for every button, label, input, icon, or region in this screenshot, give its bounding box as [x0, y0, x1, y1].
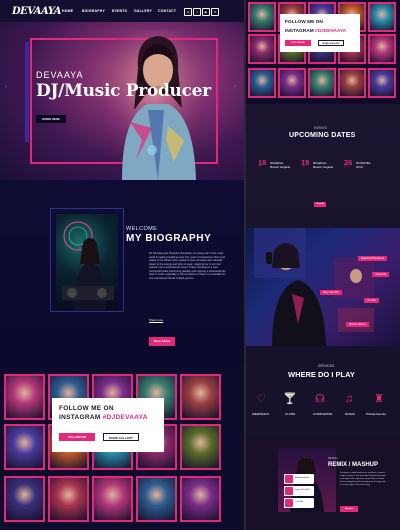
service-weddings: WEDDINGS [252, 412, 270, 416]
instagram-word: INSTAGRAM [59, 414, 101, 421]
instagram-photo-tile[interactable] [48, 476, 89, 522]
service-corporate: CORPORATE [313, 412, 333, 416]
instagram-strip-tile[interactable] [338, 68, 366, 98]
mix-label-3[interactable]: Live Mix [364, 298, 379, 303]
remix-track-title: Deep Tech Mix [295, 489, 310, 491]
show-more-link[interactable]: Show more [149, 318, 163, 322]
instagram-strip-tile[interactable] [368, 68, 396, 98]
mix-label-2[interactable]: Deep Tech Mix [320, 290, 342, 295]
remix-track-card[interactable]: Deep Tech Mix [284, 486, 314, 496]
hero-prev-arrow[interactable]: ‹ [5, 84, 7, 90]
follow-me-button[interactable]: FOLLOW ME [59, 433, 95, 441]
hero-accent-bar [25, 42, 29, 142]
remix-track-thumb [285, 499, 293, 507]
remix-paragraph: Devaaya, a dedicated music producer, cre… [340, 472, 387, 486]
facebook-icon[interactable]: f [193, 8, 201, 16]
mix-label-1[interactable]: Bollywood Hits Remix [358, 256, 388, 261]
instagram-strip-tile[interactable] [248, 34, 276, 64]
youtube-icon[interactable]: ▶ [202, 8, 210, 16]
instagram-photo-tile[interactable] [180, 374, 221, 420]
strip-gallery-button[interactable]: MORE GALLERY [318, 40, 344, 46]
events-heading: UPCOMING DATES [289, 132, 356, 139]
instagram-photo-tile[interactable] [180, 476, 221, 522]
nav-link-home[interactable]: HOME [62, 9, 73, 13]
hero-next-arrow[interactable]: › [234, 84, 236, 90]
instagram-strip-word: INSTAGRAM [285, 29, 314, 34]
instagram-strip-tile[interactable] [278, 68, 306, 98]
email-icon[interactable]: ✉ [211, 8, 219, 16]
instagram-strip-title: FOLLOW ME ON [285, 20, 323, 25]
music-icon: ♫ [344, 393, 354, 405]
services-label: SERVICES [318, 364, 335, 368]
more-gallery-button[interactable]: MORE GALLERY [103, 433, 139, 441]
instagram-strip-tile[interactable] [308, 68, 336, 98]
remix-heading: REMIX / MASHUP [328, 462, 379, 468]
remix-track-title: Bollywood Hits [295, 477, 310, 479]
event-1-city: Resort Gujarat [270, 165, 291, 169]
events-label: EVENTS [314, 126, 327, 130]
nav-link-contact[interactable]: CONTACT [158, 9, 176, 13]
instagram-strip-tile[interactable] [248, 68, 276, 98]
services-section [246, 346, 400, 436]
instagram-photo-tile[interactable] [4, 424, 45, 470]
bio-welcome-label: WELCOME [126, 226, 158, 232]
cocktail-icon: 🍸 [283, 393, 297, 405]
event-3-month: OCT [344, 166, 349, 168]
remix-track-card[interactable]: Bollywood Hits [284, 474, 314, 484]
instagram-photo-tile[interactable] [92, 476, 133, 522]
remix-label: MUSIC [328, 456, 338, 460]
instagram-photo-tile[interactable] [4, 374, 45, 420]
instagram-photo-tile[interactable] [180, 424, 221, 470]
bio-heading: MY BIOGRAPHY [126, 233, 212, 244]
remix-track-thumb [285, 487, 293, 495]
event-1-month: OCT [258, 166, 263, 168]
instagram-strip-tile[interactable] [248, 2, 276, 32]
book-now-button[interactable]: BOOK NOW [36, 115, 66, 123]
instagram-strip-subtitle: INSTAGRAM #DJDEVAAYA [285, 29, 346, 34]
dj-portrait-image [108, 30, 200, 180]
event-2-city: Resort Gujarat [313, 165, 334, 169]
bio-paragraph: DJ Devaaya aka Priyanka Chandrani, is a … [149, 252, 226, 280]
heart-icon: ♡ [256, 393, 266, 405]
remix-track-thumb [285, 475, 293, 483]
remix-explore-button[interactable]: Explore [340, 506, 358, 512]
mix-label-5[interactable]: House Mix [372, 272, 390, 277]
event-2-month: OCT [301, 166, 306, 168]
more-about-button[interactable]: More About [149, 337, 175, 346]
event-3-city: GOA [356, 165, 363, 169]
corporate-icon: ☊ [315, 393, 325, 405]
instagram-photo-tile[interactable] [4, 476, 45, 522]
bio-photo [56, 214, 118, 310]
remix-track-title: Live Mix [295, 501, 304, 503]
instagram-strip-tile[interactable] [368, 34, 396, 64]
service-clubs: CLUBS [285, 412, 296, 416]
instagram-strip-handle[interactable]: #DJDEVAAYA [315, 29, 346, 34]
services-heading: WHERE DO I PLAY [288, 370, 355, 379]
view-all-events-button[interactable]: View All [314, 202, 326, 207]
nav-link-gallery[interactable]: GALLERY [134, 9, 152, 13]
hero-title: DJ/Music Producer [36, 81, 211, 101]
instagram-handle[interactable]: #DJDEVAAYA [103, 414, 148, 421]
follow-title: FOLLOW ME ON [59, 405, 114, 412]
service-music: MUSIC [345, 412, 355, 416]
mix-collage-image [254, 228, 374, 346]
follow-subtitle: INSTAGRAM #DJDEVAAYA [59, 414, 148, 421]
remix-track-card[interactable]: Live Mix [284, 498, 314, 508]
strip-follow-button[interactable]: FOLLOW ME [285, 40, 311, 46]
party-icon: ♜ [374, 393, 384, 405]
instagram-icon[interactable]: ◎ [184, 8, 192, 16]
service-private-events: Private Events [366, 412, 386, 416]
nav-link-events[interactable]: EVENTS [112, 9, 127, 13]
site-logo[interactable]: DEVAAYA [12, 6, 62, 17]
instagram-strip-tile[interactable] [368, 2, 396, 32]
hero-name: DEVAAYA [36, 70, 84, 80]
instagram-photo-tile[interactable] [136, 476, 177, 522]
mix-label-4[interactable]: Melodic Techno [346, 322, 369, 327]
nav-link-biography[interactable]: BIOGRAPHY [82, 9, 105, 13]
